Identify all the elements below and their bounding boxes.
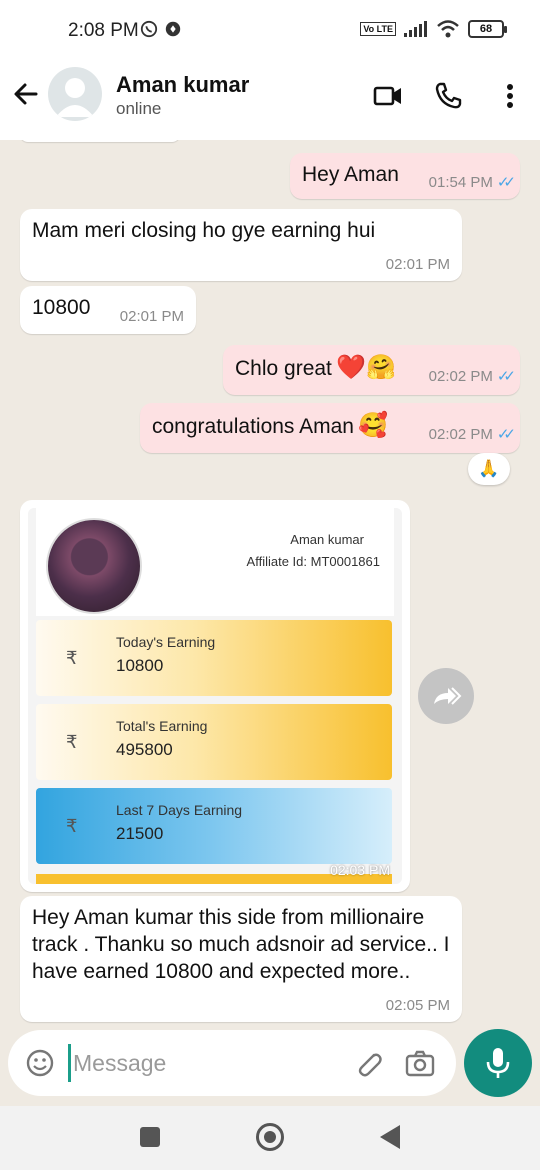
status-bar: 2:08 PM Vo LTE 68 xyxy=(0,0,540,62)
recent-apps-icon[interactable] xyxy=(140,1127,160,1147)
profile-card: Aman kumar Affiliate Id: MT0001861 xyxy=(36,508,394,616)
attach-icon[interactable] xyxy=(352,1047,384,1079)
status-notification-icons xyxy=(140,20,182,38)
volte-icon: Vo LTE xyxy=(360,22,396,36)
message-time: 01:54 PM xyxy=(428,173,493,191)
image-message-bubble[interactable]: Aman kumar Affiliate Id: MT0001861 ₹ Tod… xyxy=(20,500,410,892)
message-text: Mam meri closing ho gye earning hui xyxy=(32,219,376,242)
video-call-icon[interactable] xyxy=(372,80,404,112)
message-meta: 02:02 PM ✓✓ xyxy=(428,367,516,386)
earning-label: Today's Earning xyxy=(116,634,216,650)
default-avatar-icon xyxy=(56,78,94,117)
message-time: 02:01 PM xyxy=(119,308,184,325)
home-icon[interactable] xyxy=(256,1123,284,1151)
reaction-badge[interactable]: 🙏 xyxy=(468,453,510,485)
whatsapp-icon xyxy=(140,20,158,38)
earning-card-today: ₹ Today's Earning 10800 xyxy=(36,620,392,696)
message-bubble-incoming[interactable]: Hey Aman kumar this side from millionair… xyxy=(20,896,462,1022)
message-meta: 02:02 PM ✓✓ xyxy=(428,425,516,444)
message-emoji: 🥰 xyxy=(358,412,389,439)
rupee-icon: ₹ xyxy=(66,732,78,752)
message-time: 02:05 PM xyxy=(385,997,450,1014)
earning-label: Last 7 Days Earning xyxy=(116,802,243,818)
message-bubble-outgoing[interactable]: Chlo great ❤️🤗 02:02 PM ✓✓ xyxy=(223,345,520,395)
mic-button[interactable] xyxy=(464,1029,532,1097)
system-back-icon[interactable] xyxy=(380,1125,400,1149)
more-options-icon[interactable] xyxy=(494,80,526,112)
message-composer xyxy=(8,1030,456,1096)
double-check-icon: ✓✓ xyxy=(496,174,516,191)
message-input[interactable] xyxy=(68,1044,338,1082)
signal-icon xyxy=(404,21,427,37)
double-check-icon: ✓✓ xyxy=(496,368,516,385)
emoji-icon[interactable] xyxy=(24,1047,56,1079)
message-text: 10800 xyxy=(32,296,91,319)
partial-message-bubble xyxy=(20,140,180,142)
message-bubble-incoming[interactable]: Mam meri closing ho gye earning hui 02:0… xyxy=(20,209,462,281)
chat-area: Hey Aman 01:54 PM ✓✓ Mam meri closing ho… xyxy=(0,140,540,1027)
message-bubble-incoming[interactable]: 10800 02:01 PM xyxy=(20,286,196,334)
forward-button[interactable] xyxy=(418,668,474,724)
camera-icon[interactable] xyxy=(404,1047,436,1079)
earning-card-last7: ₹ Last 7 Days Earning 21500 xyxy=(36,788,392,864)
earning-card-total: ₹ Total's Earning 495800 xyxy=(36,704,392,780)
battery-icon: 68 xyxy=(468,20,507,38)
rupee-icon: ₹ xyxy=(66,816,78,836)
message-text: Hey Aman kumar this side from millionair… xyxy=(32,906,450,983)
earning-value: 21500 xyxy=(116,824,164,843)
profile-name: Aman kumar xyxy=(290,532,364,547)
contact-name[interactable]: Aman kumar xyxy=(116,72,249,98)
voice-call-icon[interactable] xyxy=(432,80,464,112)
earning-value: 10800 xyxy=(116,656,164,675)
earning-value: 495800 xyxy=(116,740,173,759)
message-bubble-outgoing[interactable]: Hey Aman 01:54 PM ✓✓ xyxy=(290,153,520,199)
message-emoji: ❤️🤗 xyxy=(336,354,397,381)
message-time: 02:01 PM xyxy=(385,256,450,273)
message-time: 02:03 PM xyxy=(330,862,390,878)
affiliate-id: Affiliate Id: MT0001861 xyxy=(246,554,380,569)
message-bubble-outgoing[interactable]: congratulations Aman 🥰 02:02 PM ✓✓ xyxy=(140,403,520,453)
status-time: 2:08 PM xyxy=(68,20,139,41)
forward-icon xyxy=(434,687,462,705)
app-notification-icon xyxy=(165,21,181,37)
wifi-icon xyxy=(437,20,459,38)
shared-image[interactable]: Aman kumar Affiliate Id: MT0001861 ₹ Tod… xyxy=(28,508,402,884)
avatar[interactable] xyxy=(48,67,102,121)
system-nav-bar xyxy=(0,1106,540,1170)
contact-status: online xyxy=(116,99,162,118)
rupee-icon: ₹ xyxy=(66,648,78,668)
double-check-icon: ✓✓ xyxy=(496,426,516,443)
message-time: 02:02 PM xyxy=(428,425,493,443)
status-right-icons: Vo LTE 68 xyxy=(360,20,507,38)
message-text: Chlo great xyxy=(235,357,332,380)
earning-label: Total's Earning xyxy=(116,718,208,734)
message-text: congratulations Aman xyxy=(152,415,354,438)
back-arrow-icon[interactable] xyxy=(10,78,42,110)
mic-icon xyxy=(486,1048,510,1078)
message-meta: 01:54 PM ✓✓ xyxy=(428,173,516,192)
message-time: 02:02 PM xyxy=(428,367,493,385)
chat-header: Aman kumar online xyxy=(0,62,540,140)
profile-photo xyxy=(46,518,142,614)
message-text: Hey Aman xyxy=(302,163,399,186)
